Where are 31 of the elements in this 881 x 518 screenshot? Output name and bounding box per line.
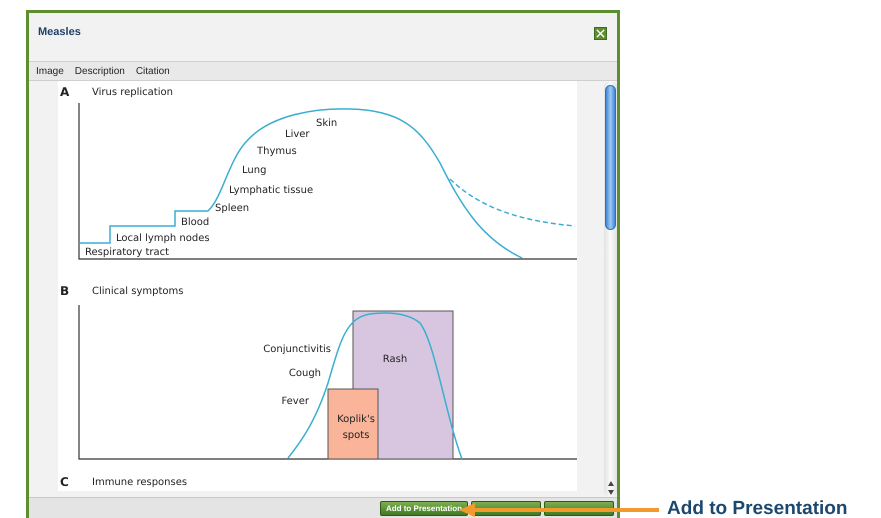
- stage-label: Skin: [316, 118, 338, 129]
- panel-letter: A: [60, 85, 70, 99]
- scrollbar-thumb[interactable]: [605, 85, 616, 230]
- symptom-label: Rash: [382, 354, 408, 365]
- close-button[interactable]: [594, 27, 607, 40]
- window-title: Measles: [38, 26, 81, 38]
- symptom-label: Fever: [281, 396, 309, 407]
- stage-label: Thymus: [257, 146, 297, 157]
- add-to-presentation-button[interactable]: Add to Presentation: [380, 500, 468, 516]
- callout-label: Add to Presentation: [667, 498, 848, 518]
- symptom-label: Koplik's spots: [337, 414, 375, 441]
- stage-label: Lymphatic tissue: [229, 185, 314, 196]
- tab[interactable]: Image: [36, 66, 64, 76]
- panel-title: Virus replication: [92, 87, 173, 98]
- stage-label: Lung: [242, 165, 266, 176]
- tab[interactable]: Citation: [136, 66, 170, 76]
- panel-title: Clinical symptoms: [92, 286, 184, 297]
- symptom-label: Cough: [288, 368, 321, 379]
- stage-label: Local lymph nodes: [116, 233, 210, 244]
- stage-label: Blood: [181, 217, 210, 228]
- panel-letter: B: [60, 284, 70, 298]
- close-icon: [596, 29, 605, 38]
- scrollbar[interactable]: [604, 81, 617, 497]
- panel-letter: C: [60, 475, 69, 489]
- tab[interactable]: Description: [74, 66, 125, 76]
- scroll-up-icon[interactable]: [608, 481, 614, 486]
- stage-label: Spleen: [215, 203, 250, 214]
- panel-title: Immune responses: [92, 477, 188, 488]
- stage-label: Respiratory tract: [85, 247, 170, 258]
- symptom-label: Conjunctivitis: [263, 344, 331, 355]
- stage-label: Liver: [285, 129, 310, 140]
